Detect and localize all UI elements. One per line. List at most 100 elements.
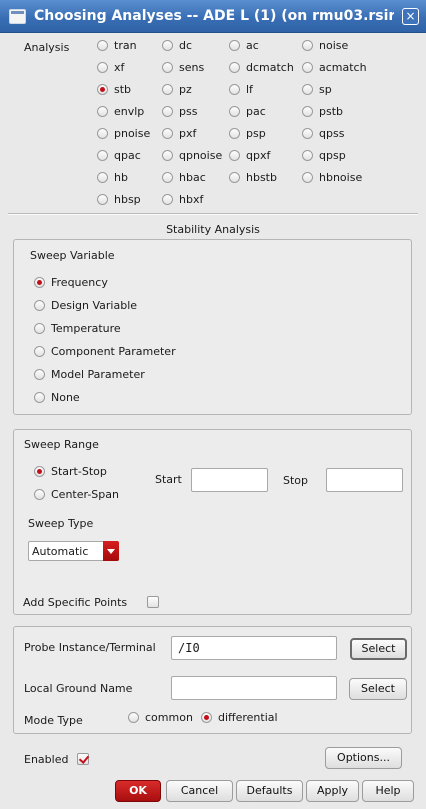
radio-label: pxf bbox=[179, 127, 197, 140]
radio-label: qpss bbox=[319, 127, 345, 140]
enabled-checkbox[interactable] bbox=[77, 753, 89, 765]
radio-button[interactable] bbox=[162, 172, 173, 183]
radio-button[interactable] bbox=[162, 62, 173, 73]
radio-label: ac bbox=[246, 39, 259, 52]
sweep-variable-label: Sweep Variable bbox=[30, 249, 115, 262]
radio-label: differential bbox=[218, 711, 278, 724]
radio-label: xf bbox=[114, 61, 125, 74]
ground-select-button[interactable]: Select bbox=[349, 678, 407, 700]
radio-button[interactable] bbox=[162, 84, 173, 95]
radio-button[interactable] bbox=[229, 106, 240, 117]
radio-label: Start-Stop bbox=[51, 465, 107, 478]
radio-button[interactable] bbox=[34, 466, 45, 477]
help-button[interactable]: Help bbox=[362, 780, 414, 802]
radio-button[interactable] bbox=[162, 150, 173, 161]
radio-button[interactable] bbox=[34, 277, 45, 288]
radio-label: pstb bbox=[319, 105, 344, 118]
apply-button[interactable]: Apply bbox=[306, 780, 359, 802]
radio-label: hbnoise bbox=[319, 171, 363, 184]
radio-button[interactable] bbox=[302, 172, 313, 183]
sweep-type-select[interactable]: Automatic bbox=[28, 541, 119, 561]
radio-button[interactable] bbox=[34, 489, 45, 500]
ground-field[interactable] bbox=[171, 676, 337, 700]
radio-button[interactable] bbox=[302, 150, 313, 161]
radio-label: sens bbox=[179, 61, 205, 74]
radio-button[interactable] bbox=[34, 369, 45, 380]
radio-button[interactable] bbox=[162, 40, 173, 51]
sweep-type-label: Sweep Type bbox=[28, 517, 94, 530]
start-field[interactable] bbox=[191, 468, 268, 492]
radio-button[interactable] bbox=[302, 62, 313, 73]
probe-select-button[interactable]: Select bbox=[350, 638, 407, 660]
radio-label: Design Variable bbox=[51, 299, 138, 312]
radio-button[interactable] bbox=[97, 194, 108, 205]
radio-button[interactable] bbox=[97, 128, 108, 139]
radio-label: envlp bbox=[114, 105, 145, 118]
radio-button[interactable] bbox=[302, 106, 313, 117]
window-icon[interactable] bbox=[9, 9, 26, 24]
cancel-button[interactable]: Cancel bbox=[166, 780, 233, 802]
radio-label: dc bbox=[179, 39, 193, 52]
radio-label: hb bbox=[114, 171, 128, 184]
radio-label: Model Parameter bbox=[51, 368, 145, 381]
radio-label: qpac bbox=[114, 149, 141, 162]
radio-button[interactable] bbox=[229, 172, 240, 183]
radio-button[interactable] bbox=[97, 150, 108, 161]
radio-label: sp bbox=[319, 83, 332, 96]
radio-button[interactable] bbox=[302, 84, 313, 95]
radio-button[interactable] bbox=[97, 106, 108, 117]
radio-button[interactable] bbox=[229, 84, 240, 95]
radio-button[interactable] bbox=[34, 300, 45, 311]
window-title: Choosing Analyses -- ADE L (1) (on rmu03… bbox=[34, 8, 394, 24]
add-points-checkbox[interactable] bbox=[147, 596, 159, 608]
radio-button[interactable] bbox=[97, 62, 108, 73]
start-label: Start bbox=[155, 473, 182, 486]
radio-label: qpxf bbox=[246, 149, 271, 162]
radio-button[interactable] bbox=[97, 84, 108, 95]
radio-button[interactable] bbox=[229, 150, 240, 161]
radio-button[interactable] bbox=[162, 128, 173, 139]
radio-label: pnoise bbox=[114, 127, 151, 140]
chevron-down-icon[interactable] bbox=[103, 541, 119, 561]
ground-label: Local Ground Name bbox=[24, 682, 133, 695]
radio-button[interactable] bbox=[128, 712, 139, 723]
radio-button[interactable] bbox=[34, 346, 45, 357]
mode-type-label: Mode Type bbox=[24, 714, 83, 727]
stop-field[interactable] bbox=[326, 468, 403, 492]
sweep-range-group: Sweep Range Start-Stop Center-Span Start… bbox=[13, 429, 412, 615]
sweep-range-label: Sweep Range bbox=[24, 438, 99, 451]
radio-button[interactable] bbox=[201, 712, 212, 723]
radio-label: stb bbox=[114, 83, 132, 96]
radio-label: dcmatch bbox=[246, 61, 294, 74]
radio-button[interactable] bbox=[229, 62, 240, 73]
radio-button[interactable] bbox=[162, 106, 173, 117]
section-title: Stability Analysis bbox=[166, 223, 260, 236]
radio-button[interactable] bbox=[229, 128, 240, 139]
radio-label: pz bbox=[179, 83, 192, 96]
radio-label: hbstb bbox=[246, 171, 277, 184]
radio-label: Component Parameter bbox=[51, 345, 176, 358]
radio-label: None bbox=[51, 391, 80, 404]
radio-button[interactable] bbox=[302, 128, 313, 139]
radio-button[interactable] bbox=[34, 392, 45, 403]
defaults-button[interactable]: Defaults bbox=[236, 780, 303, 802]
title-bar[interactable]: Choosing Analyses -- ADE L (1) (on rmu03… bbox=[0, 0, 426, 33]
sweep-variable-group: Sweep Variable Frequency Design Variable T… bbox=[13, 239, 412, 415]
radio-label: hbac bbox=[179, 171, 206, 184]
radio-label: pss bbox=[179, 105, 198, 118]
radio-label: qpsp bbox=[319, 149, 346, 162]
close-icon[interactable]: × bbox=[402, 8, 419, 25]
radio-button[interactable] bbox=[302, 40, 313, 51]
radio-label: noise bbox=[319, 39, 349, 52]
radio-button[interactable] bbox=[229, 40, 240, 51]
radio-button[interactable] bbox=[34, 323, 45, 334]
ok-button[interactable]: OK bbox=[115, 780, 161, 802]
radio-button[interactable] bbox=[97, 40, 108, 51]
radio-label: acmatch bbox=[319, 61, 367, 74]
radio-button[interactable] bbox=[97, 172, 108, 183]
radio-button[interactable] bbox=[162, 194, 173, 205]
probe-instance-field[interactable]: /I0 bbox=[171, 636, 337, 660]
options-button[interactable]: Options... bbox=[325, 747, 402, 769]
add-points-label: Add Specific Points bbox=[23, 596, 128, 609]
radio-label: qpnoise bbox=[179, 149, 223, 162]
